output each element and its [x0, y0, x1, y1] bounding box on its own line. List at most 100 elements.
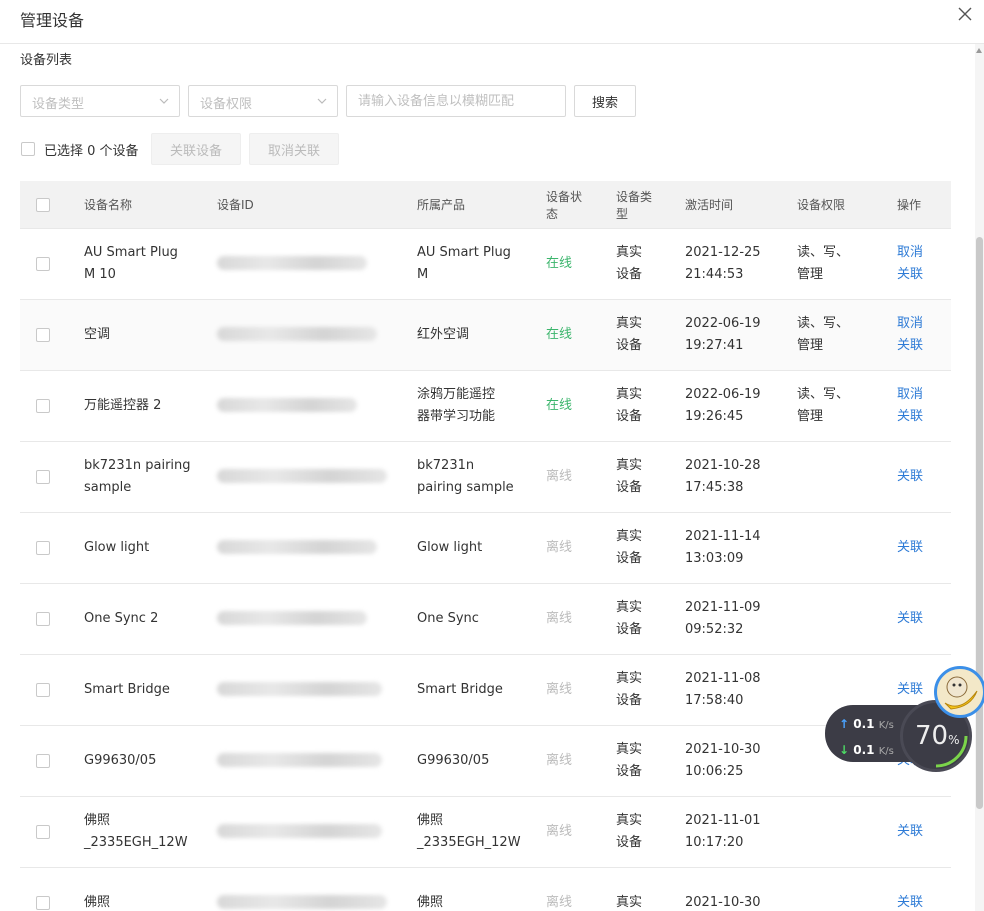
- row-device-name-line1: G99630/05: [84, 753, 157, 768]
- row-product: 佛照: [417, 892, 443, 911]
- row-activation-time-line1: 2021-12-25: [685, 245, 761, 260]
- row-action[interactable]: 关联: [897, 679, 923, 701]
- row-permission: 读、写、 管理: [797, 242, 849, 286]
- upload-unit: K/s: [878, 720, 894, 731]
- row-action-line2: 关联: [897, 338, 924, 353]
- row-device-name: 空调: [84, 324, 110, 346]
- table-row: Smart Bridge Smart Bridge 离线 真实 设备 2021-11-08…: [20, 655, 951, 726]
- row-action-line1: 关联: [897, 824, 924, 839]
- row-device-type-line2: 设备: [616, 267, 643, 282]
- row-permission-line1: 读、写、: [797, 387, 850, 402]
- device-permission-placeholder: 设备权限: [200, 97, 253, 112]
- row-device-type: 真实 设备: [616, 739, 642, 783]
- row-device-type-line2: 设备: [616, 622, 643, 637]
- row-action[interactable]: 关联: [897, 821, 923, 843]
- scrollbar-thumb[interactable]: [976, 237, 983, 809]
- row-status: 离线: [546, 824, 573, 839]
- select-all-checkbox[interactable]: [21, 142, 35, 156]
- table-row: Glow light Glow light 离线 真实 设备 2021-11-14 13:0…: [20, 513, 951, 584]
- row-device-type-line1: 真实: [616, 529, 643, 544]
- upload-value: 0.1: [853, 717, 875, 731]
- row-permission-line1: 读、写、: [797, 316, 850, 331]
- table-row: 佛照 _2335EGH_12W 佛照 _2335EGH_12W 离线 真实 设备 2021-1…: [20, 797, 951, 868]
- monkey-banana-icon: [944, 676, 978, 710]
- row-permission: 读、写、 管理: [797, 313, 849, 357]
- device-id-redacted: [217, 682, 382, 696]
- row-checkbox[interactable]: [36, 683, 50, 697]
- row-action[interactable]: 关联: [897, 466, 923, 488]
- row-activation-time-line1: 2022-06-19: [685, 316, 761, 331]
- row-checkbox[interactable]: [36, 399, 50, 413]
- row-activation-time: 2021-11-09 09:52:32: [685, 597, 761, 641]
- link-devices-button[interactable]: 关联设备: [151, 133, 241, 165]
- row-device-name-line1: bk7231n pairing: [84, 458, 191, 473]
- header-id: 设备ID: [217, 198, 254, 212]
- row-device-name-line1: 佛照: [84, 813, 111, 828]
- row-product-line1: G99630/05: [417, 753, 490, 768]
- row-activation-time: 2021-10-30: [685, 892, 761, 911]
- row-action-line1: 关联: [897, 540, 924, 555]
- row-device-name: 佛照 _2335EGH_12W: [84, 810, 188, 854]
- row-activation-time-line2: 17:45:38: [685, 480, 744, 495]
- row-product-line2: pairing sample: [417, 480, 514, 495]
- row-action[interactable]: 取消 关联: [897, 384, 923, 428]
- row-product-line2: _2335EGH_12W: [417, 835, 521, 850]
- upload-speed: ↑ 0.1 K/s: [839, 717, 894, 731]
- header-checkbox[interactable]: [36, 198, 50, 212]
- modal-header: 管理设备: [0, 0, 984, 44]
- close-button[interactable]: [958, 7, 976, 25]
- row-action-line1: 取消: [897, 245, 924, 260]
- row-action[interactable]: 关联: [897, 537, 923, 559]
- header-status-line2: 态: [546, 207, 559, 221]
- assistant-avatar[interactable]: [934, 666, 984, 718]
- device-type-select[interactable]: 设备类型: [20, 85, 180, 117]
- row-product-line2: 器带学习功能: [417, 409, 496, 424]
- device-permission-select[interactable]: 设备权限: [188, 85, 338, 117]
- row-action[interactable]: 取消 关联: [897, 242, 923, 286]
- row-checkbox[interactable]: [36, 896, 50, 910]
- row-action[interactable]: 关联: [897, 892, 923, 911]
- row-checkbox[interactable]: [36, 470, 50, 484]
- header-name: 设备名称: [84, 198, 133, 212]
- header-type: 设备类型: [616, 189, 652, 223]
- row-checkbox[interactable]: [36, 825, 50, 839]
- row-permission-line2: 管理: [797, 267, 824, 282]
- row-action[interactable]: 关联: [897, 608, 923, 630]
- row-activation-time-line2: 10:06:25: [685, 764, 744, 779]
- device-id-redacted: [217, 824, 382, 838]
- selection-count: 已选择 0 个设备: [44, 144, 139, 159]
- row-device-name: bk7231n pairing sample: [84, 455, 191, 499]
- row-action[interactable]: 取消 关联: [897, 313, 923, 357]
- row-checkbox[interactable]: [36, 754, 50, 768]
- unlink-devices-button[interactable]: 取消关联: [249, 133, 339, 165]
- device-id-redacted: [217, 611, 367, 625]
- row-device-name: G99630/05: [84, 750, 156, 772]
- table-row: One Sync 2 One Sync 离线 真实 设备 2021-11-09 09:52:…: [20, 584, 951, 655]
- row-checkbox[interactable]: [36, 328, 50, 342]
- row-status: 离线: [546, 753, 573, 768]
- row-device-name: Glow light: [84, 537, 149, 559]
- row-device-type-line1: 真实: [616, 387, 643, 402]
- search-button[interactable]: 搜索: [574, 85, 636, 117]
- row-checkbox[interactable]: [36, 257, 50, 271]
- device-id-redacted: [217, 398, 357, 412]
- scroll-up-arrow-icon[interactable]: [976, 48, 982, 53]
- search-input[interactable]: [346, 85, 566, 117]
- row-checkbox[interactable]: [36, 612, 50, 626]
- table-row: 万能遥控器 2 涂鸦万能遥控 器带学习功能 在线 真实 设备 2022-06-19 19:26…: [20, 371, 951, 442]
- row-device-type-line1: 真实: [616, 316, 643, 331]
- row-action-line1: 取消: [897, 387, 924, 402]
- row-product-line1: 佛照: [417, 813, 444, 828]
- header-type-line1: 设备类: [616, 190, 653, 204]
- row-device-name-line1: Smart Bridge: [84, 682, 170, 697]
- row-status: 离线: [546, 469, 573, 484]
- header-action: 操作: [897, 198, 922, 212]
- row-checkbox[interactable]: [36, 541, 50, 555]
- header-status: 设备状态: [546, 189, 582, 223]
- row-permission-line2: 管理: [797, 409, 824, 424]
- row-device-type-line2: 设备: [616, 835, 643, 850]
- device-id-redacted: [217, 895, 387, 909]
- row-activation-time: 2022-06-19 19:26:45: [685, 384, 761, 428]
- row-status: 离线: [546, 611, 573, 626]
- table-row: bk7231n pairing sample bk7231n pairing samp…: [20, 442, 951, 513]
